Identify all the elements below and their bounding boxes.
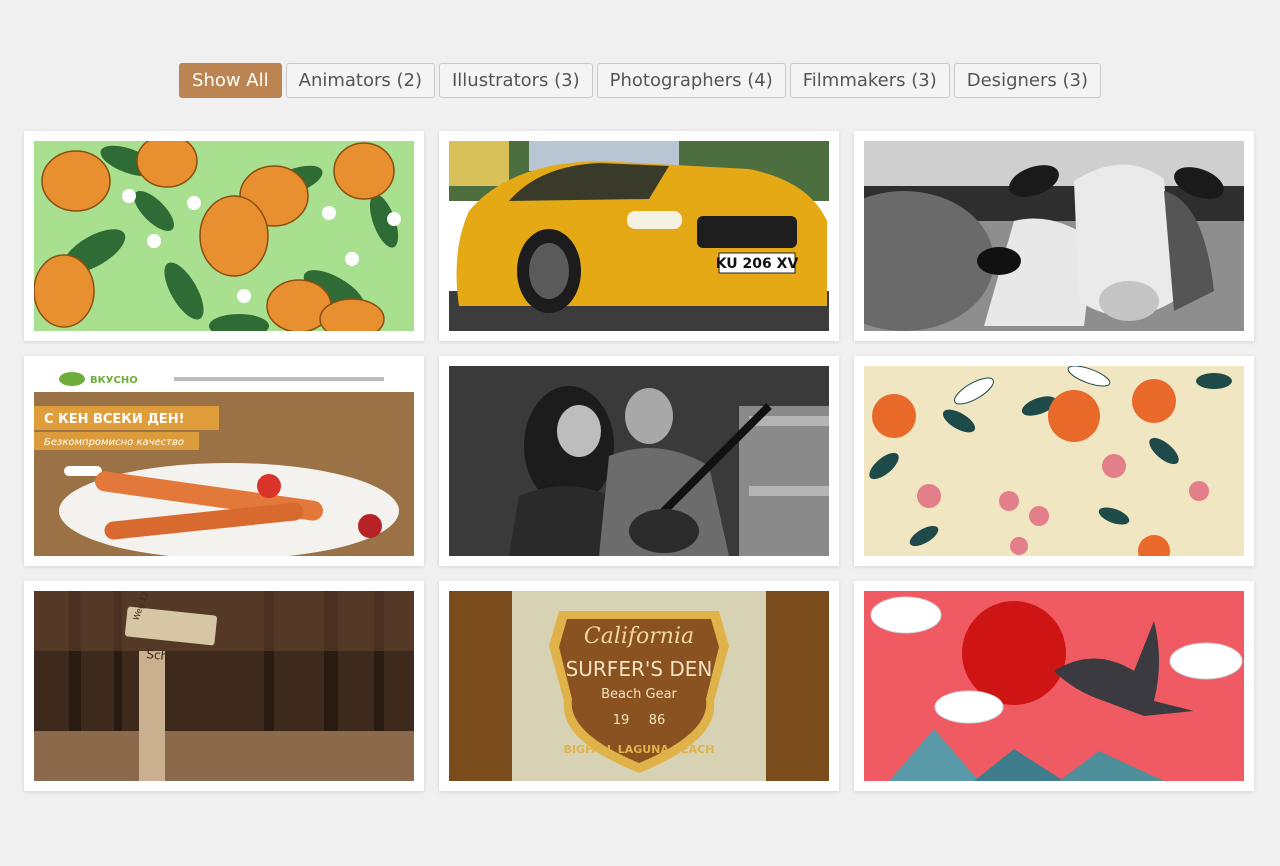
- license-plate-text: KU 206 XV: [716, 256, 799, 272]
- portfolio-grid: KU 206 XV ВКУСНО С КЕН ВСЕКИ ДЕН! Безком…: [24, 131, 1254, 791]
- portfolio-item-lemons[interactable]: [24, 131, 424, 341]
- forest-signpost-photo: Weg 12 Schöngänge: [34, 591, 414, 781]
- filter-illustrators-button[interactable]: Illustrators (3): [438, 63, 593, 98]
- filter-designers-button[interactable]: Designers (3): [953, 63, 1101, 98]
- vksno-tagline: Безкомпромисно качество: [44, 437, 184, 448]
- filter-animators-button[interactable]: Animators (2): [285, 63, 435, 98]
- portfolio-item-vksno-site[interactable]: ВКУСНО С КЕН ВСЕКИ ДЕН! Безкомпромисно к…: [24, 356, 424, 566]
- badge-title: SURFER'S DEN: [566, 657, 713, 681]
- badge-sub: Beach Gear: [601, 687, 677, 702]
- portfolio-item-cows[interactable]: [854, 131, 1254, 341]
- filter-filmmakers-button[interactable]: Filmmakers (3): [789, 63, 950, 98]
- badge-year-right: 86: [649, 713, 666, 728]
- vksno-website-mockup: ВКУСНО С КЕН ВСЕКИ ДЕН! Безкомпромисно к…: [34, 366, 414, 556]
- badge-script-text: California: [584, 624, 694, 649]
- vksno-headline: С КЕН ВСЕКИ ДЕН!: [44, 412, 185, 427]
- rock-concert-bw-photo: [449, 366, 829, 556]
- lemons-pattern-image: [34, 141, 414, 331]
- badge-arc-text: BIGFALL LAGUNA BEACH: [564, 743, 715, 756]
- filter-photographers-button[interactable]: Photographers (4): [596, 63, 786, 98]
- portfolio-item-surfer-den[interactable]: California SURFER'S DEN Beach Gear 19 86…: [439, 581, 839, 791]
- cows-bw-photo: [864, 141, 1244, 331]
- badge-year-left: 19: [613, 713, 630, 728]
- portfolio-filter-bar: Show All Animators (2) Illustrators (3) …: [0, 63, 1280, 98]
- sunset-bird-illustration: [864, 591, 1244, 781]
- yellow-car-photo: KU 206 XV: [449, 141, 829, 331]
- portfolio-item-car[interactable]: KU 206 XV: [439, 131, 839, 341]
- portfolio-item-floral[interactable]: [854, 356, 1254, 566]
- portfolio-item-concert[interactable]: [439, 356, 839, 566]
- vksno-logo-text: ВКУСНО: [90, 375, 138, 386]
- portfolio-item-sunset-bird[interactable]: [854, 581, 1254, 791]
- floral-pattern-image: [864, 366, 1244, 556]
- filter-show-all-button[interactable]: Show All: [179, 63, 282, 98]
- portfolio-item-forest-sign[interactable]: Weg 12 Schöngänge: [24, 581, 424, 791]
- surfers-den-badge: California SURFER'S DEN Beach Gear 19 86…: [449, 591, 829, 781]
